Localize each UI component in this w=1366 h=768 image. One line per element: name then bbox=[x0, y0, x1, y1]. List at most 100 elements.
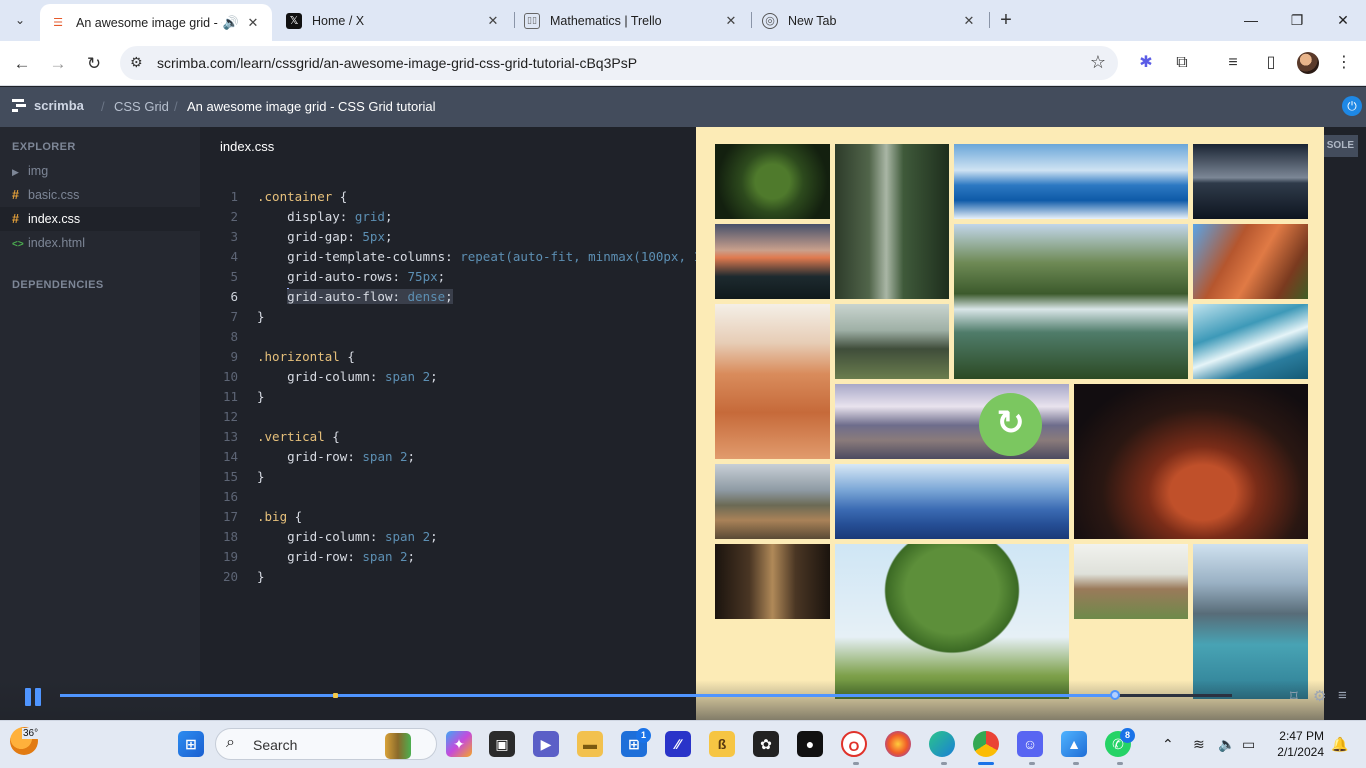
close-tab-icon[interactable]: ✕ bbox=[960, 13, 978, 29]
whatsapp-badge: 8 bbox=[1120, 728, 1135, 743]
breadcrumb-course[interactable]: CSS Grid bbox=[114, 99, 169, 114]
photo-boulders-field bbox=[834, 304, 949, 379]
code-line: 18 grid-column: span 2; bbox=[200, 527, 438, 547]
media-controls-icon[interactable]: ≡ bbox=[1222, 52, 1244, 74]
tab-title: New Tab bbox=[788, 13, 837, 28]
forward-button[interactable]: → bbox=[45, 51, 71, 77]
property: grid-row bbox=[287, 449, 348, 464]
file-explorer: EXPLORER ▶ img # basic.css # index.css <> in… bbox=[0, 127, 200, 720]
tab-trello[interactable]: ▯▯ Mathematics | Trello ✕ bbox=[514, 4, 750, 37]
x-favicon-icon: 𝕏 bbox=[286, 12, 302, 29]
close-tab-icon[interactable]: ✕ bbox=[484, 13, 502, 29]
photo-river-waterfalls bbox=[954, 224, 1188, 379]
app-b-icon[interactable]: ß bbox=[709, 731, 735, 757]
code-line: 19 grid-row: span 2; bbox=[200, 547, 415, 567]
explorer-item-img[interactable]: ▶ img bbox=[0, 159, 200, 183]
back-button[interactable]: ← bbox=[9, 51, 35, 77]
explorer-heading: EXPLORER bbox=[12, 141, 76, 153]
property: grid-column bbox=[287, 369, 370, 384]
bookmark-star-icon[interactable]: ☆ bbox=[1090, 52, 1106, 73]
value: span 2 bbox=[384, 529, 431, 544]
photos-icon[interactable]: ▲ bbox=[1061, 731, 1087, 757]
replay-icon[interactable]: ↻ bbox=[979, 393, 1042, 456]
windows-start-icon[interactable]: ⊞ bbox=[178, 731, 204, 757]
item-label: index.css bbox=[28, 212, 81, 226]
battery-icon[interactable]: ▭ bbox=[1242, 736, 1255, 753]
close-tab-icon[interactable]: ✕ bbox=[244, 15, 262, 31]
address-bar[interactable]: ⚙ scrimba.com/learn/cssgrid/an-awesome-i… bbox=[120, 46, 1118, 80]
scrimba-logo[interactable]: scrimba bbox=[12, 98, 84, 113]
firefox-icon[interactable] bbox=[885, 731, 911, 757]
figma-icon[interactable]: ✿ bbox=[753, 731, 779, 757]
site-settings-icon[interactable]: ⚙ bbox=[130, 54, 143, 71]
menu-icon[interactable]: ≡ bbox=[1338, 687, 1347, 704]
running-indicator bbox=[941, 762, 947, 765]
console-tab[interactable]: SOLE bbox=[1324, 135, 1358, 157]
progress-track[interactable] bbox=[60, 694, 1232, 697]
line-number: 2 bbox=[230, 209, 238, 224]
opera-icon[interactable]: O bbox=[841, 731, 867, 757]
side-panel-icon[interactable]: ▯ bbox=[1260, 52, 1282, 74]
books-widget-icon[interactable] bbox=[385, 733, 411, 759]
notification-bell-icon[interactable]: 🔔 bbox=[1331, 736, 1348, 753]
line-number: 5 bbox=[230, 269, 238, 284]
github-icon[interactable]: ● bbox=[797, 731, 823, 757]
minimize-button[interactable]: — bbox=[1228, 8, 1274, 32]
show-hidden-icons-icon[interactable]: ⌃ bbox=[1162, 736, 1174, 753]
chrome-icon[interactable] bbox=[973, 731, 999, 757]
profile-avatar[interactable] bbox=[1297, 52, 1319, 74]
code-line: 13 .vertical { bbox=[200, 427, 340, 447]
tab-new-tab[interactable]: ◎ New Tab ✕ bbox=[752, 4, 988, 37]
discord-icon[interactable]: ☺ bbox=[1017, 731, 1043, 757]
wifi-icon[interactable]: ≋ bbox=[1193, 736, 1205, 753]
url-text[interactable]: scrimba.com/learn/cssgrid/an-awesome-ima… bbox=[157, 55, 637, 71]
bookmark-icon[interactable]: ⌑ bbox=[1290, 687, 1298, 705]
value: span 2 bbox=[384, 369, 431, 384]
tab-scrimba[interactable]: ☰ An awesome image grid - C 🔊 ✕ bbox=[40, 4, 272, 41]
code-lines[interactable]: 1 .container { 2 display: grid; 3 grid-ga… bbox=[200, 187, 696, 587]
chrome-menu-icon[interactable]: ⋮ bbox=[1333, 52, 1355, 74]
extensions-puzzle-icon[interactable]: ⧉ bbox=[1171, 52, 1193, 74]
code-line: 12 bbox=[200, 407, 240, 427]
file-explorer-icon[interactable]: ▬ bbox=[577, 731, 603, 757]
photo-red-canyon-falls bbox=[1193, 224, 1308, 299]
speaker-icon[interactable]: 🔊 bbox=[222, 15, 240, 31]
close-tab-icon[interactable]: ✕ bbox=[722, 13, 740, 29]
teams-meet-icon[interactable]: ▶ bbox=[533, 731, 559, 757]
line-number: 20 bbox=[222, 569, 238, 584]
active-indicator bbox=[978, 762, 994, 765]
progress-knob[interactable] bbox=[1109, 690, 1120, 700]
volume-icon[interactable]: 🔈 bbox=[1218, 736, 1235, 753]
new-tab-button[interactable]: + bbox=[994, 9, 1018, 33]
code-editor[interactable]: index.css 1 .container { 2 display: grid;… bbox=[200, 127, 696, 720]
extension-snowflake-icon[interactable]: ✱ bbox=[1135, 52, 1157, 74]
line-number: 11 bbox=[222, 389, 238, 404]
power-icon[interactable]: ⏻ bbox=[1342, 96, 1362, 116]
property: display bbox=[287, 209, 340, 224]
value: 75px bbox=[407, 269, 438, 284]
tab-search-icon[interactable]: ⌄ bbox=[8, 8, 32, 32]
edge-icon[interactable] bbox=[929, 731, 955, 757]
settings-gear-icon[interactable]: ⚙ bbox=[1313, 687, 1326, 705]
restore-button[interactable]: ❐ bbox=[1274, 8, 1320, 32]
reload-button[interactable]: ↻ bbox=[81, 51, 107, 77]
running-indicator bbox=[853, 762, 859, 765]
task-view-icon[interactable]: ▣ bbox=[489, 731, 515, 757]
explorer-item-index-css[interactable]: # index.css bbox=[0, 207, 200, 231]
code-line: 1 .container { bbox=[200, 187, 347, 207]
photo-rolling-hills bbox=[715, 464, 830, 539]
tab-x[interactable]: 𝕏 Home / X ✕ bbox=[276, 4, 512, 37]
pause-button[interactable] bbox=[24, 688, 42, 706]
zoom-app-icon[interactable]: ∕∕ bbox=[665, 731, 691, 757]
clock-time: 2:47 PM bbox=[1279, 729, 1324, 743]
close-window-button[interactable]: ✕ bbox=[1320, 8, 1366, 32]
explorer-item-basic-css[interactable]: # basic.css bbox=[0, 183, 200, 207]
progress-marker bbox=[333, 693, 339, 698]
copilot-icon[interactable]: ✦ bbox=[446, 731, 472, 757]
item-label: basic.css bbox=[28, 188, 80, 202]
explorer-item-index-html[interactable]: <> index.html bbox=[0, 231, 200, 255]
taskbar-clock[interactable]: 2:47 PM 2/1/2024 bbox=[1272, 728, 1324, 760]
editor-filename: index.css bbox=[220, 139, 275, 154]
dependencies-heading[interactable]: DEPENDENCIES bbox=[12, 279, 104, 291]
tab-title: An awesome image grid - C bbox=[76, 15, 222, 30]
